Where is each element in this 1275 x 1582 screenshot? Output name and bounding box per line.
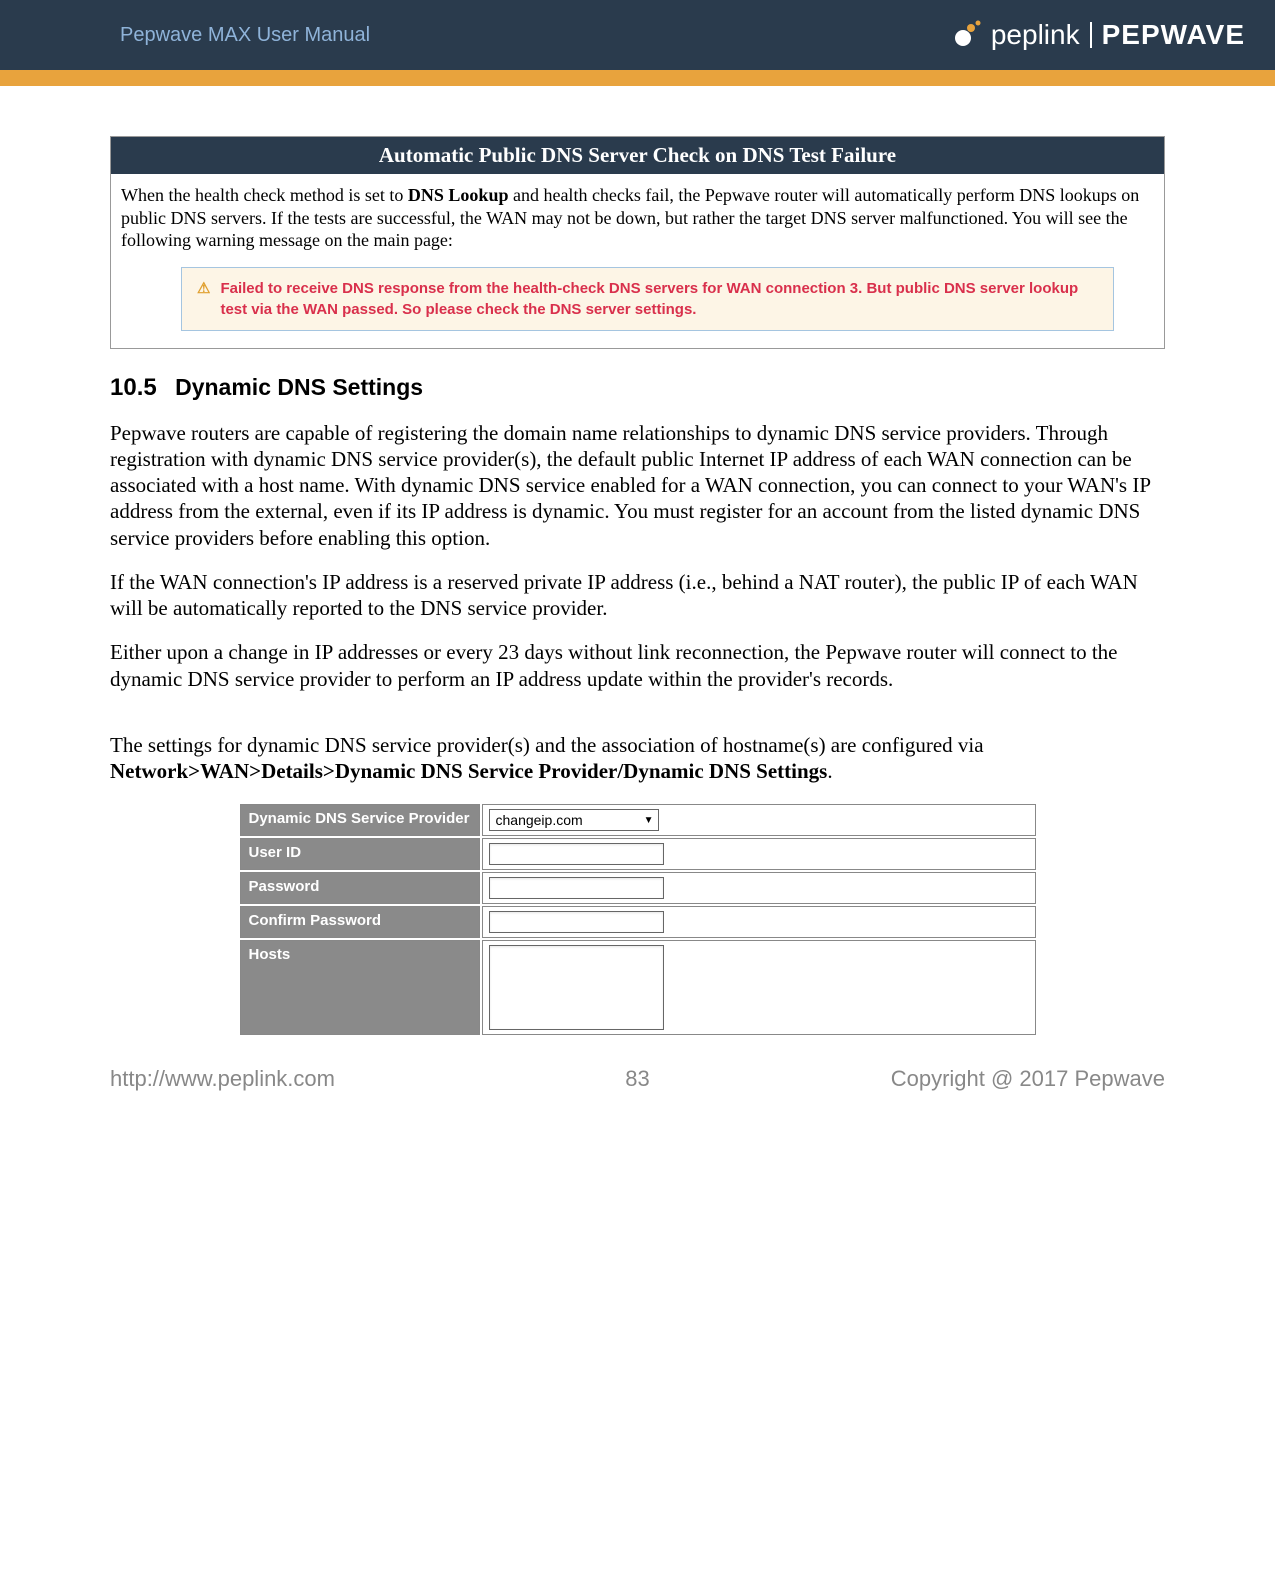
footer-copyright: Copyright @ 2017 Pepwave (891, 1066, 1165, 1092)
infobox-text-bold: DNS Lookup (408, 185, 509, 205)
section-heading: 10.5 Dynamic DNS Settings (110, 374, 1165, 402)
warning-text: Failed to receive DNS response from the … (220, 278, 1098, 320)
brand-divider (1090, 22, 1092, 48)
row-label-provider: Dynamic DNS Service Provider (240, 804, 480, 836)
footer-url: http://www.peplink.com (110, 1066, 335, 1092)
brand-pepwave: PEPWAVE (1102, 19, 1245, 51)
paragraph-1: Pepwave routers are capable of registeri… (110, 420, 1165, 551)
chevron-down-icon: ▼ (644, 815, 654, 826)
footer-page-number: 83 (625, 1066, 649, 1092)
orange-accent-bar (0, 70, 1275, 86)
hosts-textarea[interactable] (489, 945, 664, 1030)
table-row: Dynamic DNS Service Provider changeip.co… (240, 804, 1036, 836)
warning-icon: ⚠ (197, 278, 210, 320)
row-label-confirm: Confirm Password (240, 906, 480, 938)
password-input[interactable] (489, 877, 664, 899)
userid-input[interactable] (489, 843, 664, 865)
brand-logo: peplink PEPWAVE (943, 19, 1245, 51)
p4-post: . (827, 759, 832, 783)
page-footer: http://www.peplink.com 83 Copyright @ 20… (0, 1066, 1275, 1092)
row-label-hosts: Hosts (240, 940, 480, 1035)
infobox-text-pre: When the health check method is set to (121, 185, 408, 205)
table-row: User ID (240, 838, 1036, 870)
brand-peplink: peplink (991, 19, 1080, 51)
row-label-userid: User ID (240, 838, 480, 870)
dns-settings-table: Dynamic DNS Service Provider changeip.co… (238, 802, 1038, 1037)
row-label-password: Password (240, 872, 480, 904)
paragraph-3: Either upon a change in IP addresses or … (110, 639, 1165, 692)
table-row: Hosts (240, 940, 1036, 1035)
p4-bold: Network>WAN>Details>Dynamic DNS Service … (110, 759, 827, 783)
peplink-dots-icon (943, 20, 983, 50)
dns-check-infobox: Automatic Public DNS Server Check on DNS… (110, 136, 1165, 349)
section-number: 10.5 (110, 374, 157, 401)
section-title: Dynamic DNS Settings (175, 374, 423, 400)
infobox-body: When the health check method is set to D… (111, 174, 1164, 348)
page-header: Pepwave MAX User Manual peplink PEPWAVE (0, 0, 1275, 70)
table-row: Password (240, 872, 1036, 904)
paragraph-2: If the WAN connection's IP address is a … (110, 569, 1165, 622)
p4-pre: The settings for dynamic DNS service pro… (110, 733, 984, 757)
provider-select-value: changeip.com (496, 812, 583, 828)
manual-title: Pepwave MAX User Manual (120, 24, 370, 47)
confirm-password-input[interactable] (489, 911, 664, 933)
page-content: Automatic Public DNS Server Check on DNS… (0, 86, 1275, 1037)
infobox-title: Automatic Public DNS Server Check on DNS… (111, 137, 1164, 174)
paragraph-4: The settings for dynamic DNS service pro… (110, 732, 1165, 785)
table-row: Confirm Password (240, 906, 1036, 938)
warning-message: ⚠ Failed to receive DNS response from th… (181, 267, 1114, 331)
provider-select[interactable]: changeip.com ▼ (489, 809, 659, 831)
